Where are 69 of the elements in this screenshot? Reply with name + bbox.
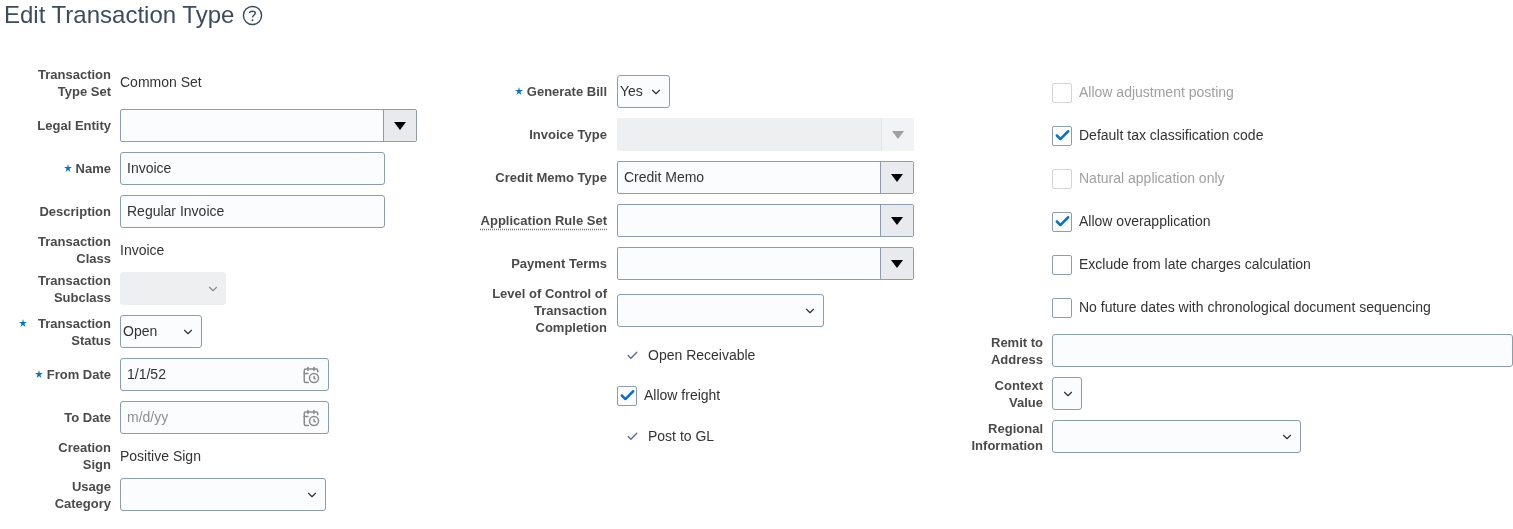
- field-label: Usage Category: [53, 477, 111, 512]
- checkbox-option[interactable]: Allow overapplication: [1052, 211, 1211, 232]
- caret-icon: [891, 259, 903, 268]
- field-label: Description: [39, 203, 111, 220]
- field-value: Credit Memo: [624, 168, 705, 187]
- field-label: Level of Control of Transaction Completion: [491, 285, 607, 336]
- field-label: Name: [75, 160, 111, 177]
- field-value: 1/1/52: [127, 365, 166, 384]
- caret-icon: [394, 121, 406, 130]
- field-value: Open: [123, 322, 158, 341]
- select-field[interactable]: [1052, 420, 1301, 453]
- page-title: Edit Transaction Type: [4, 1, 235, 29]
- field-label: Payment Terms: [511, 255, 607, 272]
- field-label: Regional Information: [970, 419, 1043, 454]
- combo-field[interactable]: [617, 247, 914, 280]
- field-label: To Date: [64, 409, 111, 426]
- field-label: From Date: [46, 366, 111, 383]
- dropdown-button[interactable]: [383, 110, 416, 141]
- field-label: Context Value: [993, 376, 1043, 411]
- caret-icon: [891, 173, 903, 182]
- field-label: Legal Entity: [37, 117, 111, 134]
- field-placeholder: m/d/yy: [127, 408, 169, 427]
- checkbox[interactable]: [617, 385, 637, 406]
- dropdown-button[interactable]: [880, 162, 913, 193]
- combo-field[interactable]: [617, 204, 914, 237]
- checkbox-option[interactable]: Exclude from late charges calculation: [1052, 254, 1311, 275]
- field-label: Invoice Type: [529, 126, 607, 143]
- field-value: Common Set: [120, 73, 202, 92]
- help-icon[interactable]: [242, 4, 264, 26]
- dropdown-button[interactable]: [880, 205, 913, 236]
- checkbox-option[interactable]: Allow freight: [617, 385, 721, 406]
- calendar-icon[interactable]: [302, 365, 320, 384]
- field-value: Invoice: [127, 159, 172, 178]
- field-label: Transaction Status: [37, 314, 111, 349]
- caret-icon: [891, 216, 903, 225]
- select-field[interactable]: [1052, 377, 1082, 410]
- checkbox[interactable]: [1052, 297, 1072, 318]
- field-value: Yes: [620, 82, 643, 101]
- text-field[interactable]: Regular Invoice: [120, 195, 385, 228]
- field-label: Generate Bill: [526, 83, 607, 100]
- option-label: Post to GL: [648, 426, 715, 446]
- dropdown-button[interactable]: [880, 248, 913, 279]
- field-label: Application Rule Set: [480, 212, 607, 229]
- combo-field[interactable]: [120, 109, 417, 142]
- calendar-icon[interactable]: [302, 408, 320, 427]
- checkbox[interactable]: [1052, 211, 1072, 232]
- caret-icon: [892, 130, 904, 139]
- field-label: Transaction Type Set: [37, 65, 111, 100]
- field-label: Remit to Address: [989, 333, 1043, 368]
- date-field[interactable]: 1/1/52: [120, 358, 329, 391]
- field-label: Credit Memo Type: [495, 169, 607, 186]
- field-label: Transaction Class: [37, 233, 111, 267]
- select-field[interactable]: Yes: [617, 75, 670, 108]
- field-value: Positive Sign: [120, 446, 201, 466]
- option-label: Open Receivable: [648, 345, 756, 365]
- select-field[interactable]: [617, 294, 824, 327]
- text-field[interactable]: Invoice: [120, 152, 385, 185]
- checkbox[interactable]: [1052, 254, 1072, 275]
- text-field[interactable]: [1052, 334, 1513, 367]
- select-field[interactable]: Open: [120, 315, 202, 348]
- field-label: Transaction Subclass: [37, 271, 111, 306]
- field-label: Creation Sign: [57, 439, 111, 473]
- checkbox-option[interactable]: Default tax classification code: [1052, 125, 1264, 146]
- checkbox-option[interactable]: No future dates with chronological document sequencing: [1052, 297, 1431, 318]
- field-value: Regular Invoice: [127, 202, 225, 221]
- select-field[interactable]: [120, 478, 326, 511]
- field-value: Invoice: [120, 240, 165, 260]
- checkbox[interactable]: [1052, 125, 1072, 146]
- combo-field[interactable]: Credit Memo: [617, 161, 914, 194]
